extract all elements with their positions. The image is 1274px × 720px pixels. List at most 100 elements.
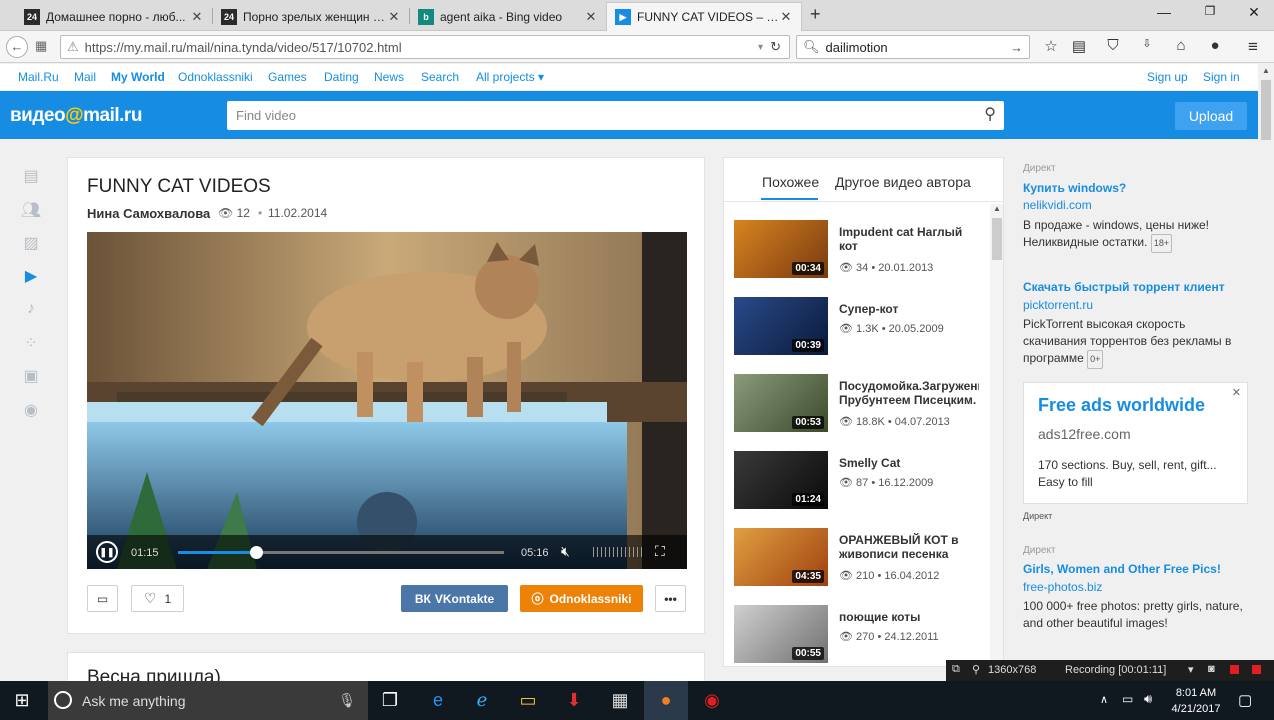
video-search-input[interactable]: Find video ⚲: [227, 101, 1004, 130]
link-odnoklassniki[interactable]: Odnoklassniki: [178, 70, 253, 84]
link-mailru[interactable]: Mail.Ru: [18, 70, 59, 84]
share-vk-button[interactable]: ВК VKontakte: [401, 585, 508, 612]
ad-box[interactable]: Free ads worldwide ads12free.com 170 sec…: [1023, 382, 1248, 504]
info-icon[interactable]: ⚠: [67, 39, 79, 55]
app-icon[interactable]: ▦: [598, 681, 642, 720]
cortana-search[interactable]: Ask me anything 🎙︎: [48, 681, 368, 720]
games-icon[interactable]: ◉: [20, 400, 42, 420]
file-explorer-icon[interactable]: ▭: [506, 681, 550, 720]
volume-slider[interactable]: [593, 547, 643, 557]
reading-list-icon[interactable]: ▤: [1068, 37, 1090, 57]
stop-icon[interactable]: [1230, 665, 1239, 674]
zoom-icon[interactable]: ⚲: [972, 663, 980, 676]
ad-url[interactable]: free-photos.biz: [1023, 580, 1102, 594]
system-clock[interactable]: 8:01 AM 4/21/2017: [1168, 685, 1224, 717]
downloader-icon[interactable]: ⬇: [552, 681, 596, 720]
link-my-world[interactable]: My World: [111, 70, 165, 84]
tab-similar[interactable]: Похожее: [762, 174, 819, 190]
chat-icon[interactable]: ●: [1204, 37, 1226, 57]
search-icon[interactable]: ⚲: [984, 104, 996, 124]
close-tab-icon[interactable]: ✕: [584, 9, 598, 25]
tray-chevron-icon[interactable]: ∧: [1100, 693, 1108, 706]
windows-start-icon[interactable]: ⊞: [0, 681, 44, 720]
comments-button[interactable]: ▭: [87, 585, 118, 612]
firefox-icon[interactable]: ●: [644, 681, 688, 720]
ie-icon[interactable]: ℯ: [460, 681, 504, 720]
link-dating[interactable]: Dating: [324, 70, 359, 84]
home-icon[interactable]: ⌂: [1170, 37, 1192, 57]
ad-url[interactable]: picktorrent.ru: [1023, 298, 1093, 312]
video-icon[interactable]: ▶: [20, 266, 42, 286]
video-player[interactable]: ❚❚ 01:15 05:16 🔇︎ ⛶: [87, 232, 687, 569]
download-icon[interactable]: ⇩: [1136, 37, 1158, 57]
fullscreen-icon[interactable]: ⛶: [655, 543, 665, 560]
menu-icon[interactable]: ≡: [1242, 37, 1264, 57]
browser-tab[interactable]: 24 Порно зрелых женщин б... ✕: [213, 2, 409, 31]
related-item[interactable]: 00:53 Посудомойка.Загруженное Прубунтеем…: [734, 374, 994, 434]
like-button[interactable]: ♡ 1: [131, 585, 184, 612]
browser-tab-active[interactable]: ▶ FUNNY CAT VIDEOS – Wa... ✕: [606, 2, 802, 31]
dropdown-icon[interactable]: ▾: [1188, 663, 1194, 676]
sign-up-link[interactable]: Sign up: [1147, 70, 1188, 84]
bookmark-star-icon[interactable]: ☆: [1040, 37, 1062, 57]
related-item[interactable]: 00:34 Impudent cat Наглый кот 👁︎ 34 • 20…: [734, 220, 994, 280]
related-item[interactable]: 04:35 ОРАНЖЕВЫЙ КОТ в живописи песенка 👁…: [734, 528, 994, 588]
close-tab-icon[interactable]: ✕: [779, 9, 793, 25]
sign-in-link[interactable]: Sign in: [1203, 70, 1240, 84]
ad-box-title[interactable]: Free ads worldwide: [1038, 395, 1205, 416]
seek-bar[interactable]: [178, 546, 504, 559]
restore-icon[interactable]: ❐: [1196, 4, 1224, 24]
pause-icon[interactable]: ❚❚: [96, 541, 118, 563]
camera-icon[interactable]: ◙: [1208, 663, 1215, 675]
related-item[interactable]: 00:39 Супер-кот 👁︎ 1.3K • 20.05.2009: [734, 297, 994, 357]
link-mail[interactable]: Mail: [74, 70, 96, 84]
tab-author-videos[interactable]: Другое видео автора: [835, 174, 971, 190]
mute-icon[interactable]: 🔇︎: [561, 543, 570, 560]
pocket-icon[interactable]: ⛉: [1102, 37, 1124, 57]
related-item[interactable]: 00:55 поющие коты 👁︎ 270 • 24.12.2011: [734, 605, 994, 665]
tab-list-icon[interactable]: ▦: [35, 38, 47, 54]
record-icon[interactable]: [1252, 665, 1261, 674]
feed-icon[interactable]: ▤: [20, 166, 42, 186]
music-icon[interactable]: ♪: [20, 300, 42, 320]
task-view-icon[interactable]: ❐: [368, 681, 412, 720]
back-icon[interactable]: ←: [6, 36, 28, 58]
close-tab-icon[interactable]: ✕: [190, 9, 204, 25]
close-ad-icon[interactable]: ✕: [1232, 386, 1241, 399]
link-search[interactable]: Search: [421, 70, 459, 84]
share-ok-button[interactable]: ⓞ Odnoklassniki: [520, 585, 643, 612]
photos-icon[interactable]: ▨: [20, 233, 42, 253]
upload-button[interactable]: Upload: [1175, 102, 1247, 130]
close-tab-icon[interactable]: ✕: [387, 9, 401, 25]
gifts-icon[interactable]: ▣: [20, 366, 42, 386]
author-name[interactable]: Нина Самохвалова: [87, 206, 210, 221]
link-news[interactable]: News: [374, 70, 404, 84]
reload-icon[interactable]: ↻: [770, 39, 781, 55]
friends-icon[interactable]: 👥︎: [20, 200, 42, 220]
ad-title[interactable]: Girls, Women and Other Free Pics!: [1023, 562, 1221, 576]
notifications-icon[interactable]: ▢: [1238, 691, 1252, 709]
ad-title[interactable]: Купить windows?: [1023, 181, 1126, 195]
groups-icon[interactable]: ⁘: [20, 333, 42, 353]
ad-box-url[interactable]: ads12free.com: [1038, 426, 1131, 442]
link-games[interactable]: Games: [268, 70, 307, 84]
close-window-icon[interactable]: ✕: [1240, 4, 1268, 24]
go-arrow-icon[interactable]: →: [1010, 40, 1023, 55]
minimize-icon[interactable]: —: [1150, 4, 1178, 24]
related-item[interactable]: 01:24 Smelly Cat 👁︎ 87 • 16.12.2009: [734, 451, 994, 511]
network-icon[interactable]: ▭: [1122, 692, 1133, 706]
page-scrollbar[interactable]: ▲: [1258, 64, 1274, 681]
more-button[interactable]: •••: [655, 585, 686, 612]
new-tab-icon[interactable]: +: [810, 4, 821, 25]
ad-url[interactable]: nelikvidi.com: [1023, 198, 1092, 212]
ad-title[interactable]: Скачать быстрый торрент клиент: [1023, 280, 1225, 294]
browser-tab[interactable]: 24 Домашнее порно - люб... ✕: [16, 2, 212, 31]
volume-icon[interactable]: 🔊︎: [1144, 691, 1152, 707]
dropdown-icon[interactable]: ▾: [758, 42, 763, 53]
url-bar[interactable]: ⚠ https://my.mail.ru/mail/nina.tynda/vid…: [60, 35, 790, 59]
window-icon[interactable]: ⧉: [952, 663, 960, 676]
video-mailru-logo[interactable]: видео@mail.ru: [10, 105, 142, 127]
edge-icon[interactable]: e: [416, 681, 460, 720]
recorder-app-icon[interactable]: ◉: [690, 681, 734, 720]
link-all-projects[interactable]: All projects ▾: [476, 70, 544, 84]
